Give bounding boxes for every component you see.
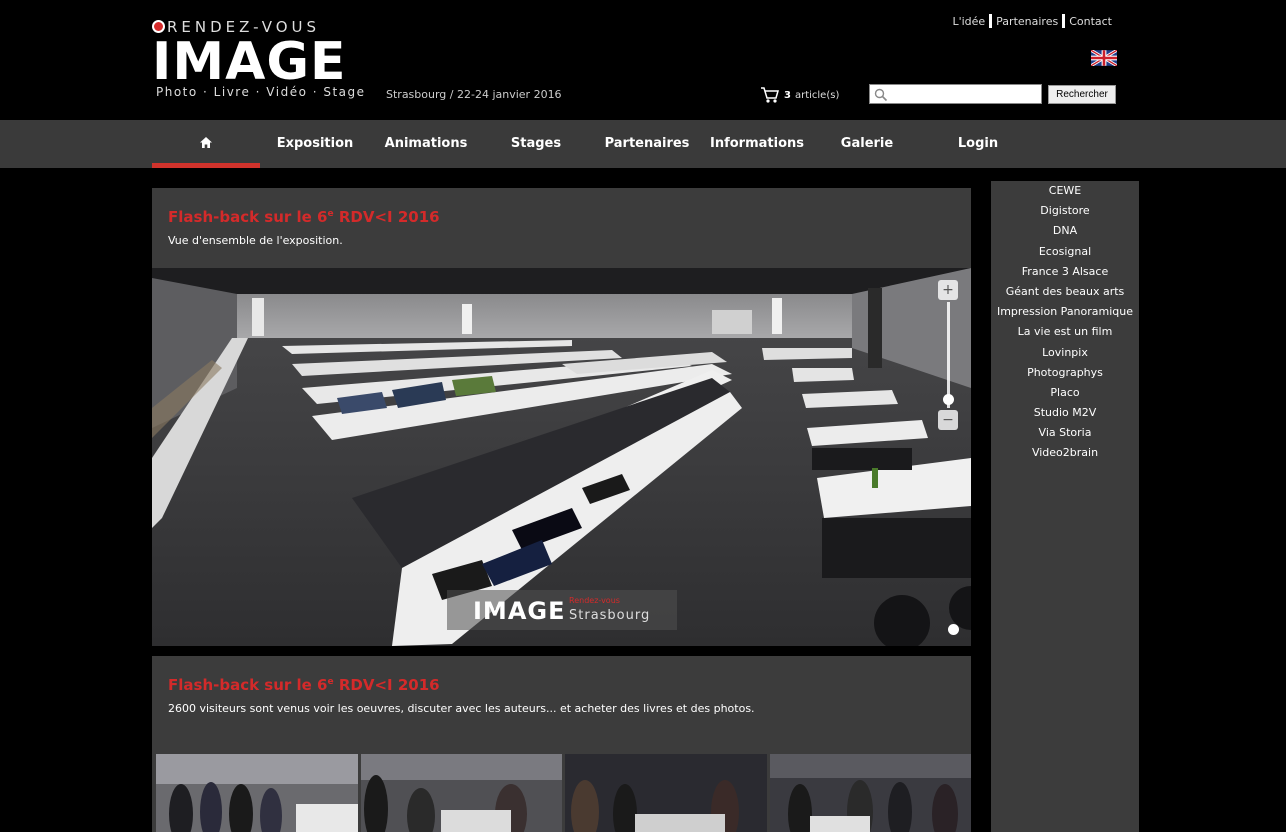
- nav-partenaires[interactable]: Partenaires: [598, 120, 696, 168]
- image-watermark: IMAGE Rendez-vous Strasbourg: [447, 590, 677, 630]
- zoom-in-button[interactable]: +: [938, 280, 958, 300]
- partner-link[interactable]: Video2brain: [991, 443, 1139, 463]
- watermark-red-text: Rendez-vous: [569, 596, 620, 605]
- panel-description: 2600 visiteurs sont venus voir les oeuvr…: [168, 702, 755, 715]
- zoom-slider-handle[interactable]: [943, 394, 954, 405]
- partner-link[interactable]: Impression Panoramique: [991, 302, 1139, 322]
- partner-link[interactable]: DNA: [991, 221, 1139, 241]
- search-box: [869, 84, 1042, 104]
- nav-active-indicator: [152, 163, 260, 168]
- nav-stages[interactable]: Stages: [498, 120, 574, 168]
- panel-title[interactable]: Flash-back sur le 6e RDV<I 2016: [168, 208, 440, 226]
- watermark-main-text: IMAGE: [473, 597, 566, 625]
- uk-flag-icon[interactable]: [1091, 50, 1117, 66]
- top-link-partenaires[interactable]: Partenaires: [992, 15, 1062, 28]
- exhibition-panorama-photo[interactable]: + − IMAGE Rendez-vous Strasbourg: [152, 268, 971, 646]
- zoom-slider[interactable]: [947, 302, 950, 408]
- nav-home[interactable]: [152, 120, 260, 168]
- slide-pager-dot[interactable]: [948, 624, 959, 635]
- home-icon: [200, 137, 212, 148]
- top-links: L'idée Partenaires Contact: [948, 14, 1116, 28]
- cart[interactable]: 3 article(s): [760, 86, 839, 104]
- visitor-photo[interactable]: [769, 754, 971, 832]
- flashback-panel-visitors: Flash-back sur le 6e RDV<I 2016 2600 vis…: [152, 656, 971, 832]
- partner-link[interactable]: Digistore: [991, 201, 1139, 221]
- nav-login[interactable]: Login: [948, 120, 1008, 168]
- partner-link[interactable]: France 3 Alsace: [991, 262, 1139, 282]
- search-input[interactable]: [890, 85, 1040, 103]
- event-dates: Strasbourg / 22-24 janvier 2016: [386, 88, 562, 101]
- search-icon: [874, 88, 888, 102]
- visitor-photo[interactable]: [565, 754, 767, 832]
- panel-title[interactable]: Flash-back sur le 6e RDV<I 2016: [168, 676, 440, 694]
- partner-link[interactable]: CEWE: [991, 181, 1139, 201]
- site-header: RENDEZ-VOUS IMAGE Photo · Livre · Vidéo …: [0, 0, 1286, 120]
- zoom-out-button[interactable]: −: [938, 410, 958, 430]
- partners-sidebar: CEWE Digistore DNA Ecosignal France 3 Al…: [991, 181, 1139, 832]
- visitor-photo[interactable]: [360, 754, 562, 832]
- cart-label: article(s): [794, 89, 840, 101]
- nav-galerie[interactable]: Galerie: [834, 120, 900, 168]
- visitor-photo-strip: [156, 754, 971, 832]
- search-button[interactable]: Rechercher: [1048, 85, 1116, 104]
- zoom-control: + −: [938, 280, 960, 430]
- logo-subtitle: Photo · Livre · Vidéo · Stage: [156, 85, 366, 99]
- watermark-city-text: Strasbourg: [569, 608, 651, 623]
- partner-link[interactable]: Lovinpix: [991, 343, 1139, 363]
- partner-link[interactable]: Photographys: [991, 363, 1139, 383]
- nav-informations[interactable]: Informations: [706, 120, 808, 168]
- logo-main-text: IMAGE: [152, 32, 347, 92]
- cart-count: 3: [784, 89, 791, 101]
- partner-link[interactable]: La vie est un film: [991, 322, 1139, 342]
- partners-list: CEWE Digistore DNA Ecosignal France 3 Al…: [991, 181, 1139, 464]
- partner-link[interactable]: Ecosignal: [991, 242, 1139, 262]
- nav-animations[interactable]: Animations: [378, 120, 474, 168]
- site-logo[interactable]: RENDEZ-VOUS IMAGE Photo · Livre · Vidéo …: [152, 16, 367, 106]
- visitor-photo[interactable]: [156, 754, 358, 832]
- main-nav: Exposition Animations Stages Partenaires…: [0, 120, 1286, 168]
- top-link-contact[interactable]: Contact: [1065, 15, 1116, 28]
- flashback-panel-overview: Flash-back sur le 6e RDV<I 2016 Vue d'en…: [152, 188, 971, 646]
- top-link-idee[interactable]: L'idée: [948, 15, 989, 28]
- partner-link[interactable]: Studio M2V: [991, 403, 1139, 423]
- nav-exposition[interactable]: Exposition: [268, 120, 362, 168]
- partner-link[interactable]: Via Storia: [991, 423, 1139, 443]
- partner-link[interactable]: Géant des beaux arts: [991, 282, 1139, 302]
- partner-link[interactable]: Placo: [991, 383, 1139, 403]
- cart-icon: [761, 87, 779, 103]
- panel-description: Vue d'ensemble de l'exposition.: [168, 234, 343, 247]
